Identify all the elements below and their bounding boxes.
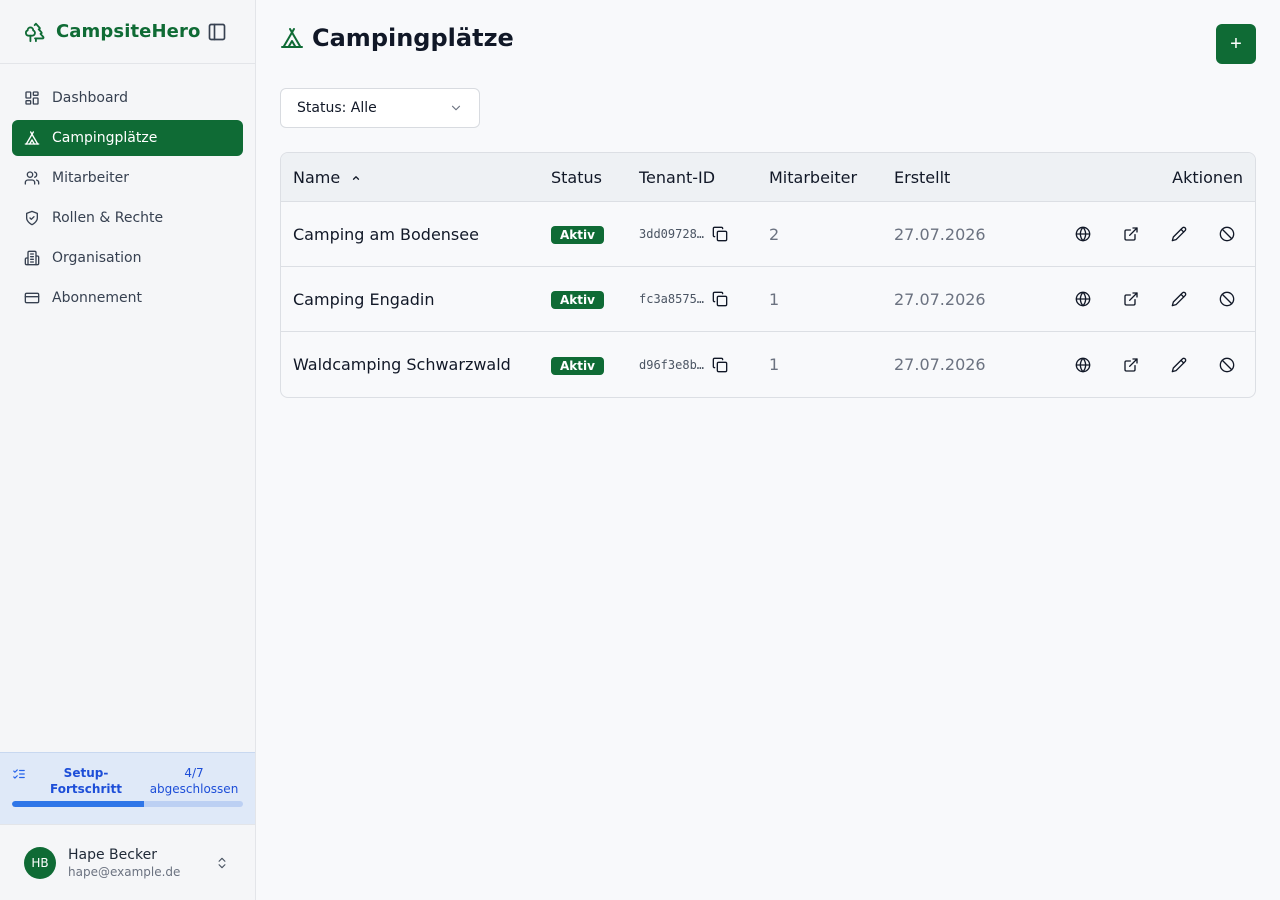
column-header-actions: Aktionen [1172, 167, 1243, 187]
created-date: 27.07.2026 [894, 224, 986, 244]
external-link-icon[interactable] [1115, 283, 1147, 315]
sort-ascending-icon [353, 176, 360, 180]
setup-progress-fill [12, 801, 144, 807]
chevron-down-icon [451, 105, 461, 111]
chevrons-up-down-icon[interactable] [215, 856, 229, 870]
campsite-name: Camping am Bodensee [293, 224, 479, 244]
row-actions [1044, 218, 1255, 250]
campsites-table: Name Status Tenant-ID Mitarbeiter Erstel… [280, 152, 1256, 398]
avatar: HB [24, 846, 56, 879]
sidebar-nav: Dashboard Campingplätze Mitarbeiter Roll… [0, 64, 255, 336]
pencil-icon[interactable] [1163, 283, 1195, 315]
staff-count: 1 [769, 289, 780, 309]
sidebar-item-dashboard[interactable]: Dashboard [12, 80, 243, 116]
sidebar-item-label: Dashboard [52, 90, 128, 106]
setup-progress-bar [12, 801, 243, 807]
campsite-name: Waldcamping Schwarzwald [293, 355, 511, 374]
dashboard-icon [25, 91, 39, 105]
sidebar-item-campingplaetze[interactable]: Campingplätze [12, 120, 243, 156]
table-row: Waldcamping Schwarzwald Aktiv d96f3e8b… … [281, 332, 1255, 397]
sidebar-item-label: Abonnement [52, 290, 143, 306]
external-link-icon[interactable] [1115, 349, 1147, 381]
copy-icon[interactable] [712, 226, 728, 242]
user-email: hape@example.de [68, 864, 181, 879]
column-header-created: Erstellt [894, 167, 951, 187]
table-row: Camping Engadin Aktiv fc3a8575… 1 27.07.… [281, 267, 1255, 332]
users-icon [24, 171, 40, 185]
sidebar-toggle-icon[interactable] [207, 22, 227, 42]
setup-title: Setup-Fortschritt [50, 766, 122, 796]
page-header: Campingplätze [280, 24, 514, 52]
staff-count: 1 [769, 355, 780, 374]
sidebar-item-rollen-rechte[interactable]: Rollen & Rechte [12, 200, 243, 236]
created-date: 27.07.2026 [894, 355, 986, 374]
column-header-status: Status [551, 167, 602, 187]
copy-icon[interactable] [712, 291, 728, 307]
pencil-icon[interactable] [1163, 218, 1195, 250]
tenant-id: 3dd09728… [639, 227, 705, 241]
sidebar-item-mitarbeiter[interactable]: Mitarbeiter [12, 160, 243, 196]
tenant-id: fc3a8575… [639, 292, 705, 306]
sidebar-item-organisation[interactable]: Organisation [12, 240, 243, 276]
brand-name[interactable]: CampsiteHero [56, 21, 200, 42]
credit-card-icon [24, 292, 40, 304]
status-filter-label: Status: Alle [297, 100, 377, 116]
setup-count: 4/7 abgeschlossen [149, 766, 239, 796]
row-actions [1044, 283, 1255, 315]
globe-icon[interactable] [1067, 218, 1099, 250]
column-header-staff: Mitarbeiter [769, 167, 858, 187]
copy-icon[interactable] [712, 357, 728, 373]
sidebar-item-label: Mitarbeiter [52, 170, 130, 186]
column-header-tenant: Tenant-ID [639, 167, 716, 187]
table-header: Name Status Tenant-ID Mitarbeiter Erstel… [281, 153, 1255, 202]
user-name: Hape Becker [68, 846, 157, 863]
tenant-id: d96f3e8b… [639, 357, 705, 372]
status-badge: Aktiv [551, 356, 604, 375]
sidebar-item-abonnement[interactable]: Abonnement [12, 280, 243, 316]
sidebar-item-label: Rollen & Rechte [52, 210, 164, 226]
globe-icon[interactable] [1067, 349, 1099, 381]
status-badge: Aktiv [551, 226, 604, 244]
status-badge: Aktiv [551, 291, 604, 309]
tent-icon [281, 28, 303, 48]
column-header-name[interactable]: Name [281, 168, 551, 187]
sidebar-item-label: Campingplätze [52, 130, 158, 146]
main-content: Campingplätze + Status: Alle Name Status… [256, 0, 1280, 900]
external-link-icon[interactable] [1115, 218, 1147, 250]
status-filter-select[interactable]: Status: Alle [280, 88, 480, 128]
shield-check-icon [26, 210, 38, 226]
tent-icon [24, 131, 40, 145]
page-title: Campingplätze [312, 24, 514, 52]
checklist-icon [13, 769, 25, 779]
building-icon [24, 250, 40, 266]
trees-logo-icon [25, 22, 45, 42]
column-header-name-label: Name [293, 167, 341, 187]
globe-icon[interactable] [1067, 283, 1099, 315]
staff-count: 2 [769, 224, 780, 244]
created-date: 27.07.2026 [894, 289, 986, 309]
ban-icon[interactable] [1211, 218, 1243, 250]
row-actions [1044, 349, 1255, 381]
sidebar: CampsiteHero Dashboard Campingplätze Mit… [0, 0, 256, 900]
add-campsite-button[interactable]: + [1216, 24, 1256, 64]
sidebar-item-label: Organisation [52, 250, 142, 266]
table-row: Camping am Bodensee Aktiv 3dd09728… 2 27… [281, 202, 1255, 267]
user-menu[interactable]: HB Hape Becker hape@example.de [0, 824, 255, 900]
ban-icon[interactable] [1211, 349, 1243, 381]
campsite-name: Camping Engadin [293, 289, 435, 309]
brand-header: CampsiteHero [0, 0, 255, 64]
ban-icon[interactable] [1211, 283, 1243, 315]
pencil-icon[interactable] [1163, 349, 1195, 381]
setup-progress-panel[interactable]: Setup-Fortschritt 4/7 abgeschlossen [0, 752, 255, 824]
